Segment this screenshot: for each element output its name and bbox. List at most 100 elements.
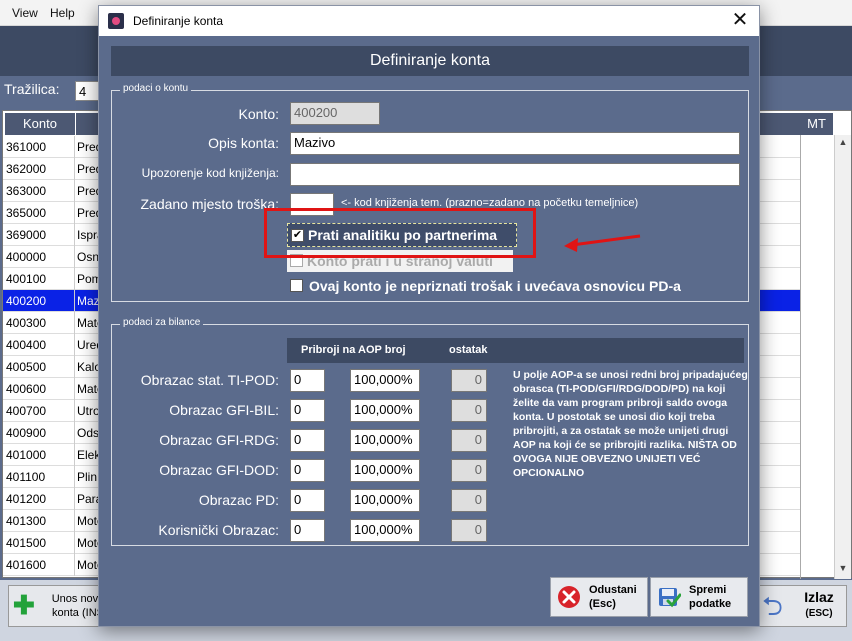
column-divider (800, 135, 801, 579)
aop-number-field[interactable]: 0 (290, 369, 325, 392)
cell-konto: 400200 (6, 294, 47, 308)
opis-field[interactable]: Mazivo (290, 132, 740, 155)
add-account-button[interactable]: ✚ Unos novo konta (INS (8, 585, 104, 627)
cell-konto: 362000 (6, 162, 47, 176)
header-ostatak: ostatak (449, 344, 488, 356)
aop-percent-field[interactable]: 100,000% (350, 489, 420, 512)
cell-konto: 400300 (6, 316, 47, 330)
cell-divider (74, 466, 75, 488)
exit-button[interactable]: ⮌ Izlaz (ESC) (757, 585, 847, 627)
upozorenje-label: Upozorenje kod knjiženja: (141, 166, 279, 180)
exit-shortcut: (ESC) (805, 608, 833, 619)
cell-konto: 400500 (6, 360, 47, 374)
aop-remainder-field: 0 (451, 489, 487, 512)
aop-number-field[interactable]: 0 (290, 399, 325, 422)
group-balance-legend: podaci za bilance (120, 317, 204, 328)
aop-row-label: Obrazac GFI-DOD: (159, 462, 279, 478)
cell-konto: 363000 (6, 184, 47, 198)
cell-divider (74, 378, 75, 400)
cell-divider (74, 224, 75, 246)
aop-remainder-field: 0 (451, 369, 487, 392)
aop-percent-field[interactable]: 100,000% (350, 369, 420, 392)
konto-field: 400200 (290, 102, 380, 125)
aop-number-field[interactable]: 0 (290, 459, 325, 482)
aop-percent-field[interactable]: 100,000% (350, 519, 420, 542)
cell-konto: 365000 (6, 206, 47, 220)
aop-remainder-field: 0 (451, 399, 487, 422)
cell-konto: 401200 (6, 492, 47, 506)
account-dialog: Definiranje konta ✕ Definiranje konta po… (98, 5, 760, 627)
save-label: Spremi (689, 584, 727, 596)
dialog-titlebar[interactable]: Definiranje konta ✕ (99, 6, 759, 36)
column-header-mt[interactable]: MT (800, 113, 833, 135)
aop-percent-field[interactable]: 100,000% (350, 429, 420, 452)
menu-view[interactable]: View (12, 6, 38, 20)
search-label: Tražilica: (4, 81, 60, 97)
cell-konto: 400100 (6, 272, 47, 286)
save-icon (659, 588, 681, 608)
cell-divider (74, 356, 75, 378)
cell-divider (74, 202, 75, 224)
menu-help[interactable]: Help (50, 6, 75, 20)
aop-row-label: Obrazac GFI-RDG: (159, 432, 279, 448)
aop-remainder-field: 0 (451, 519, 487, 542)
dialog-header: Definiranje konta (111, 46, 749, 76)
aop-percent-field[interactable]: 100,000% (350, 459, 420, 482)
dialog-window-title: Definiranje konta (133, 14, 224, 28)
cell-konto: 401600 (6, 558, 47, 572)
upozorenje-field[interactable] (290, 163, 740, 186)
cell-konto: 400700 (6, 404, 47, 418)
save-sublabel: podatke (689, 598, 732, 610)
cell-opis: Ods (77, 426, 100, 440)
aop-row-label: Obrazac PD: (198, 492, 279, 508)
cancel-button[interactable]: Odustani (Esc) (550, 577, 648, 617)
close-icon[interactable]: ✕ (721, 6, 759, 36)
aop-row-label: Korisnički Obrazac: (158, 522, 279, 538)
cell-divider (74, 268, 75, 290)
scroll-up-icon[interactable]: ▲ (835, 137, 851, 151)
cell-divider (74, 158, 75, 180)
cell-divider (74, 532, 75, 554)
aop-number-field[interactable]: 0 (290, 519, 325, 542)
cancel-icon (558, 586, 580, 608)
cell-divider (74, 488, 75, 510)
cancel-label: Odustani (589, 584, 637, 596)
checkbox-unchecked-icon[interactable] (290, 279, 303, 292)
opis-label: Opis konta: (208, 135, 279, 151)
cancel-shortcut: (Esc) (589, 598, 616, 610)
header-pribroji: Pribroji na AOP broj (301, 344, 406, 356)
cell-divider (74, 334, 75, 356)
checkbox-nepriznati-trosak-label: Ovaj konto je nepriznati trošak i uvećav… (309, 278, 681, 294)
cell-konto: 401000 (6, 448, 47, 462)
cell-divider (74, 136, 75, 158)
column-header-konto[interactable]: Konto (5, 113, 75, 135)
cell-konto: 401100 (6, 470, 46, 484)
cell-konto: 361000 (6, 140, 47, 154)
aop-remainder-field: 0 (451, 429, 487, 452)
save-button[interactable]: Spremi podatke (650, 577, 748, 617)
highlight-box (264, 208, 536, 258)
aop-remainder-field: 0 (451, 459, 487, 482)
cell-konto: 400400 (6, 338, 47, 352)
scroll-down-icon[interactable]: ▼ (835, 563, 851, 577)
exit-label: Izlaz (804, 589, 834, 605)
aop-row-label: Obrazac GFI-BIL: (169, 402, 279, 418)
highlight-arrow-icon (564, 234, 641, 252)
aop-table-header: Pribroji na AOP broj ostatak (287, 338, 744, 363)
aop-number-field[interactable]: 0 (290, 489, 325, 512)
cell-divider (74, 312, 75, 334)
app-icon (108, 13, 124, 29)
aop-number-field[interactable]: 0 (290, 429, 325, 452)
cell-konto: 401300 (6, 514, 47, 528)
aop-percent-field[interactable]: 100,000% (350, 399, 420, 422)
group-account-legend: podaci o kontu (120, 83, 192, 94)
cell-divider (74, 400, 75, 422)
cell-opis: Utro (77, 404, 100, 418)
cell-konto: 401500 (6, 536, 47, 550)
cell-konto: 400000 (6, 250, 47, 264)
konto-label: Konto: (238, 106, 279, 122)
table-scrollbar[interactable]: ▲ ▼ (834, 135, 851, 579)
cell-opis: Elek (77, 448, 101, 462)
cell-divider (74, 444, 75, 466)
cell-opis: Plin (77, 470, 98, 484)
